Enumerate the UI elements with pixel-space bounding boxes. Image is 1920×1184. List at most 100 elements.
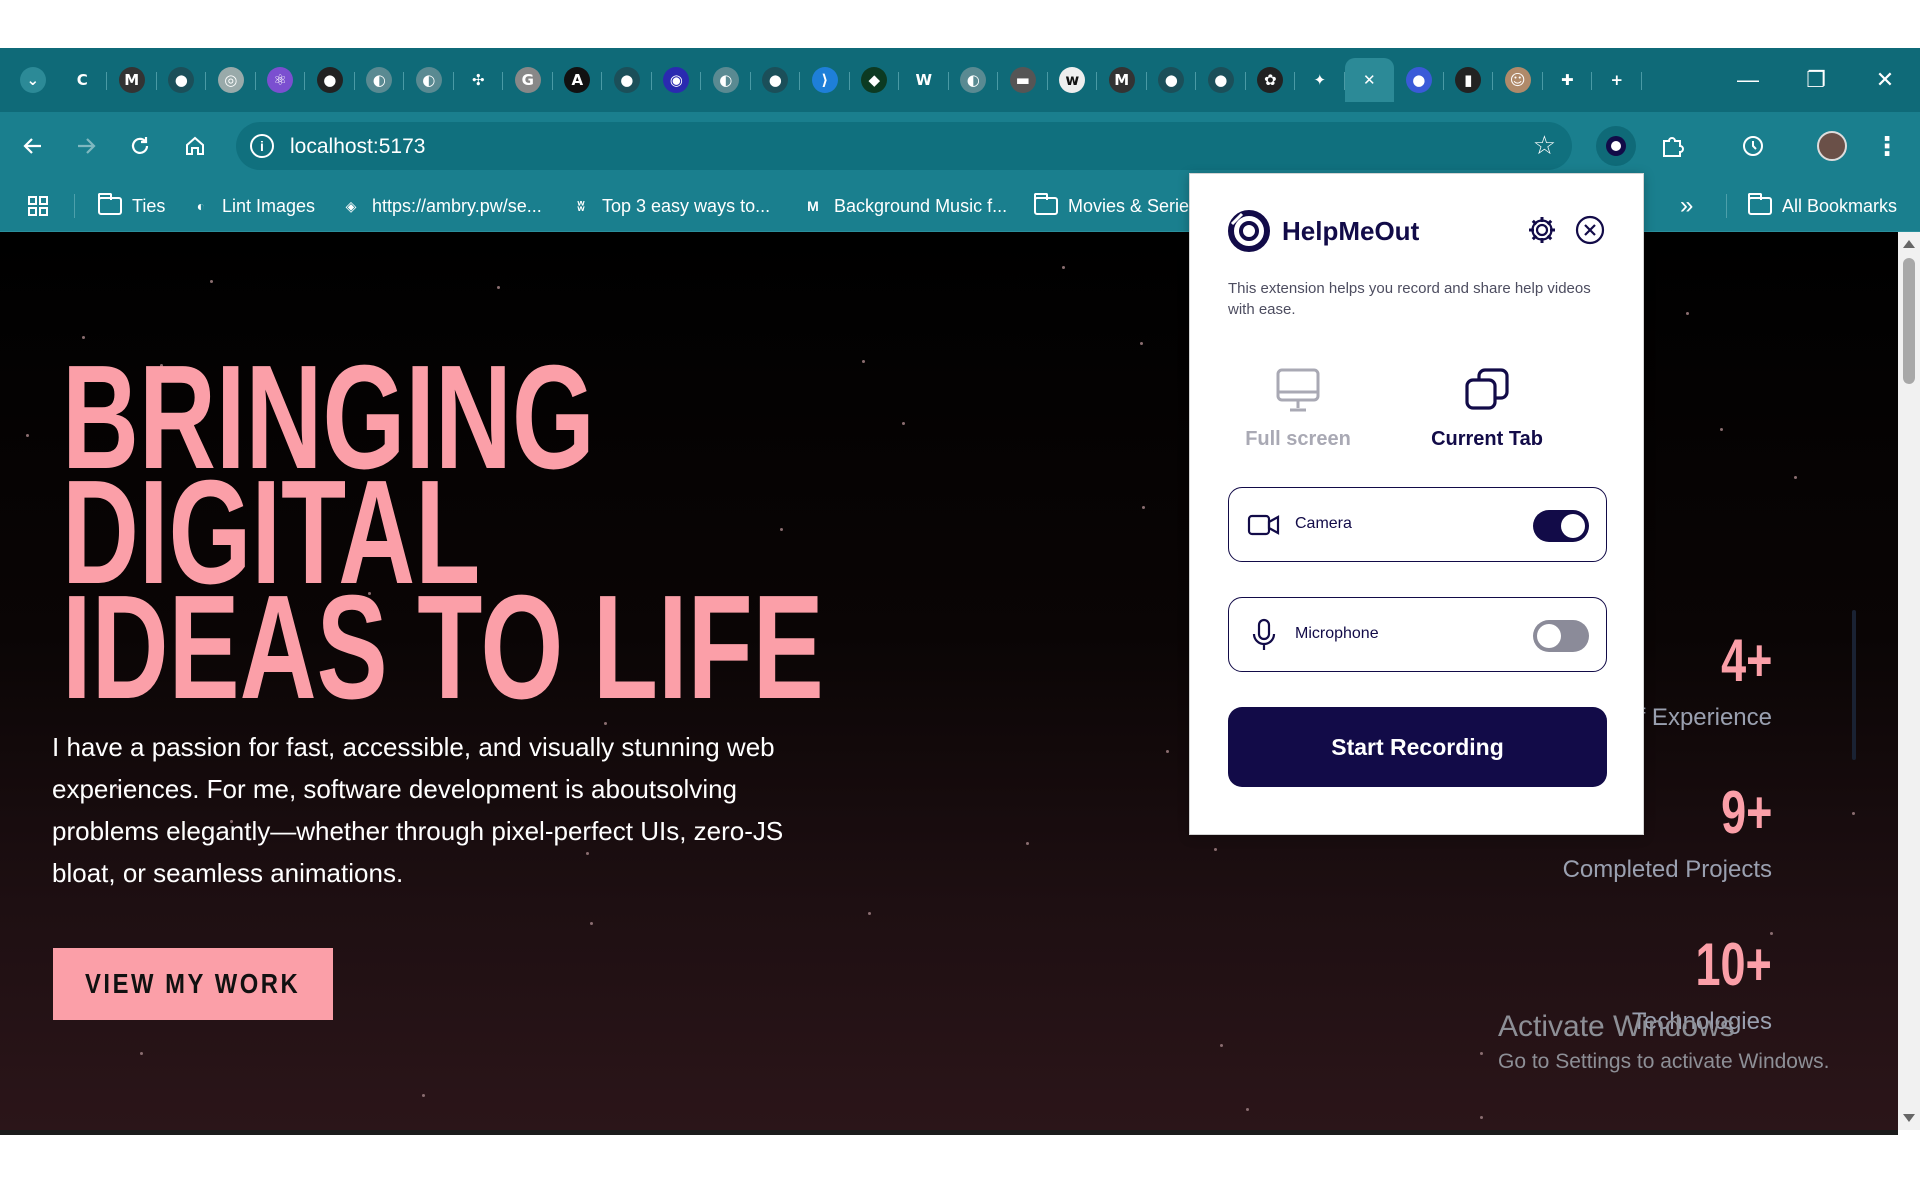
bookmark-item[interactable]: ʬ Top 3 easy ways to... (570, 192, 770, 220)
background-star (780, 528, 783, 531)
browser-tab[interactable]: ✦ (1295, 58, 1345, 102)
restore-icon[interactable]: ❐ (1781, 48, 1851, 112)
browser-tab[interactable]: C (58, 58, 108, 102)
browser-tab[interactable]: ⌄ (8, 58, 58, 102)
camera-icon (1247, 514, 1280, 536)
background-star (26, 434, 29, 437)
microphone-toggle[interactable] (1533, 620, 1589, 652)
new-tab-icon: + (1610, 71, 1624, 89)
browser-tab[interactable]: ● (751, 58, 801, 102)
page-scrollbar[interactable] (1898, 232, 1920, 1130)
active-tab[interactable]: ✕ (1344, 58, 1394, 102)
github-icon: ● (316, 67, 343, 93)
browser-tab[interactable]: M (1097, 58, 1147, 102)
browser-tab[interactable]: ◐ (701, 58, 751, 102)
minimize-icon[interactable]: — (1713, 48, 1783, 112)
bookmark-item[interactable]: ◐ Lint Images (190, 192, 315, 220)
browser-tab[interactable]: ● (305, 58, 355, 102)
stat-number: 4+ (1720, 627, 1772, 694)
browser-menu-icon[interactable]: ⋮ (1867, 126, 1907, 166)
bookmark-item[interactable]: ◈ https://ambry.pw/se... (340, 192, 542, 220)
site-info-icon[interactable]: i (250, 134, 274, 158)
all-bookmarks-button[interactable]: All Bookmarks (1748, 192, 1897, 220)
browser-tab[interactable]: ✚ (1543, 58, 1593, 102)
background-star (1214, 848, 1217, 851)
full-screen-label: Full screen (1245, 428, 1351, 450)
full-screen-option[interactable]: Full screen (1203, 366, 1393, 451)
bookmark-item[interactable]: Ties (98, 192, 165, 220)
back-icon[interactable] (13, 126, 53, 166)
all-bookmarks-label: All Bookmarks (1782, 195, 1898, 216)
scroll-thumb[interactable] (1903, 258, 1915, 384)
bookmark-item[interactable]: Movies & Serie (1034, 192, 1189, 220)
browser-tab[interactable]: G (503, 58, 553, 102)
bookmark-star-icon[interactable]: ☆ (1533, 132, 1556, 158)
stat-number: 9+ (1720, 779, 1772, 846)
apps-grid-icon[interactable] (26, 192, 50, 220)
medium-icon: M (118, 67, 145, 93)
url-text: localhost:5173 (290, 135, 426, 158)
forward-icon[interactable] (66, 126, 106, 166)
scroll-up-arrow-icon[interactable] (1903, 240, 1915, 248)
puzzle-icon: ✚ (1560, 71, 1574, 89)
extensions-puzzle-icon[interactable] (1652, 126, 1692, 166)
current-tab-option[interactable]: Current Tab (1392, 366, 1582, 451)
browser-tab[interactable]: ☺ (1493, 58, 1543, 102)
background-star (497, 286, 500, 289)
scroll-down-arrow-icon[interactable] (1903, 1114, 1915, 1122)
history-icon[interactable] (1733, 126, 1773, 166)
browser-tab[interactable]: ● (602, 58, 652, 102)
browser-tab[interactable]: M (107, 58, 157, 102)
popup-brand: HelpMeOut (1282, 216, 1420, 246)
home-icon[interactable] (175, 126, 215, 166)
browser-tab[interactable]: ● (1196, 58, 1246, 102)
browser-tab[interactable]: ◐ (949, 58, 999, 102)
background-star (862, 360, 865, 363)
start-recording-button[interactable]: Start Recording (1228, 707, 1607, 787)
helpmeout-extension-icon[interactable] (1596, 126, 1636, 166)
bookmark-label: Top 3 easy ways to... (602, 195, 771, 216)
vertical-indicator (1852, 610, 1856, 760)
react-icon: ⚛ (267, 67, 294, 93)
browser-tab[interactable]: ✿ (1246, 58, 1296, 102)
more-bookmarks-button[interactable]: » (1680, 192, 1693, 220)
browser-tab[interactable]: ◐ (355, 58, 405, 102)
stat-label: f Experience (1638, 704, 1772, 731)
profile-avatar[interactable] (1812, 126, 1852, 166)
browser-tab[interactable]: ● (1394, 58, 1444, 102)
browser-tab[interactable]: ◎ (206, 58, 256, 102)
page-bottom-edge (0, 1130, 1898, 1135)
browser-tab[interactable]: ◆ (850, 58, 900, 102)
w-circle-icon: w (1059, 67, 1086, 93)
browser-tab[interactable]: A (553, 58, 603, 102)
github-icon: ● (613, 67, 640, 93)
bookmark-item[interactable]: M Background Music f... (802, 192, 1007, 220)
close-window-icon[interactable]: ✕ (1850, 48, 1920, 112)
helpmeout-popup: HelpMeOut This extension helps you recor… (1189, 173, 1644, 835)
background-star (1062, 266, 1065, 269)
browser-tab[interactable]: ▬ (998, 58, 1048, 102)
browser-tab[interactable]: ✣ (454, 58, 504, 102)
browser-toolbar: i localhost:5173 ☆ ⋮ (0, 112, 1920, 180)
browser-tab[interactable]: ⚛ (256, 58, 306, 102)
browser-tab[interactable]: ● (157, 58, 207, 102)
browser-tab[interactable]: ● (1147, 58, 1197, 102)
reload-icon[interactable] (120, 126, 160, 166)
close-popup-icon[interactable] (1574, 214, 1606, 246)
camera-toggle[interactable] (1533, 510, 1589, 542)
settings-gear-icon[interactable] (1526, 214, 1558, 246)
close-tab-icon[interactable]: ✕ (1356, 67, 1382, 93)
view-my-work-button[interactable]: VIEW MY WORK (53, 948, 333, 1020)
background-star (1246, 1108, 1249, 1111)
w-logo-icon: W (915, 71, 933, 89)
browser-tab[interactable]: + (1592, 58, 1642, 102)
folder-icon (98, 193, 122, 215)
browser-tab[interactable]: ⟩ (800, 58, 850, 102)
browser-tab[interactable]: ◉ (652, 58, 702, 102)
browser-tab[interactable]: ▮ (1444, 58, 1494, 102)
browser-tab[interactable]: W (899, 58, 949, 102)
address-bar[interactable]: i localhost:5173 ☆ (236, 122, 1572, 170)
microphone-icon (1252, 618, 1276, 650)
browser-tab[interactable]: w (1048, 58, 1098, 102)
browser-tab[interactable]: ◐ (404, 58, 454, 102)
